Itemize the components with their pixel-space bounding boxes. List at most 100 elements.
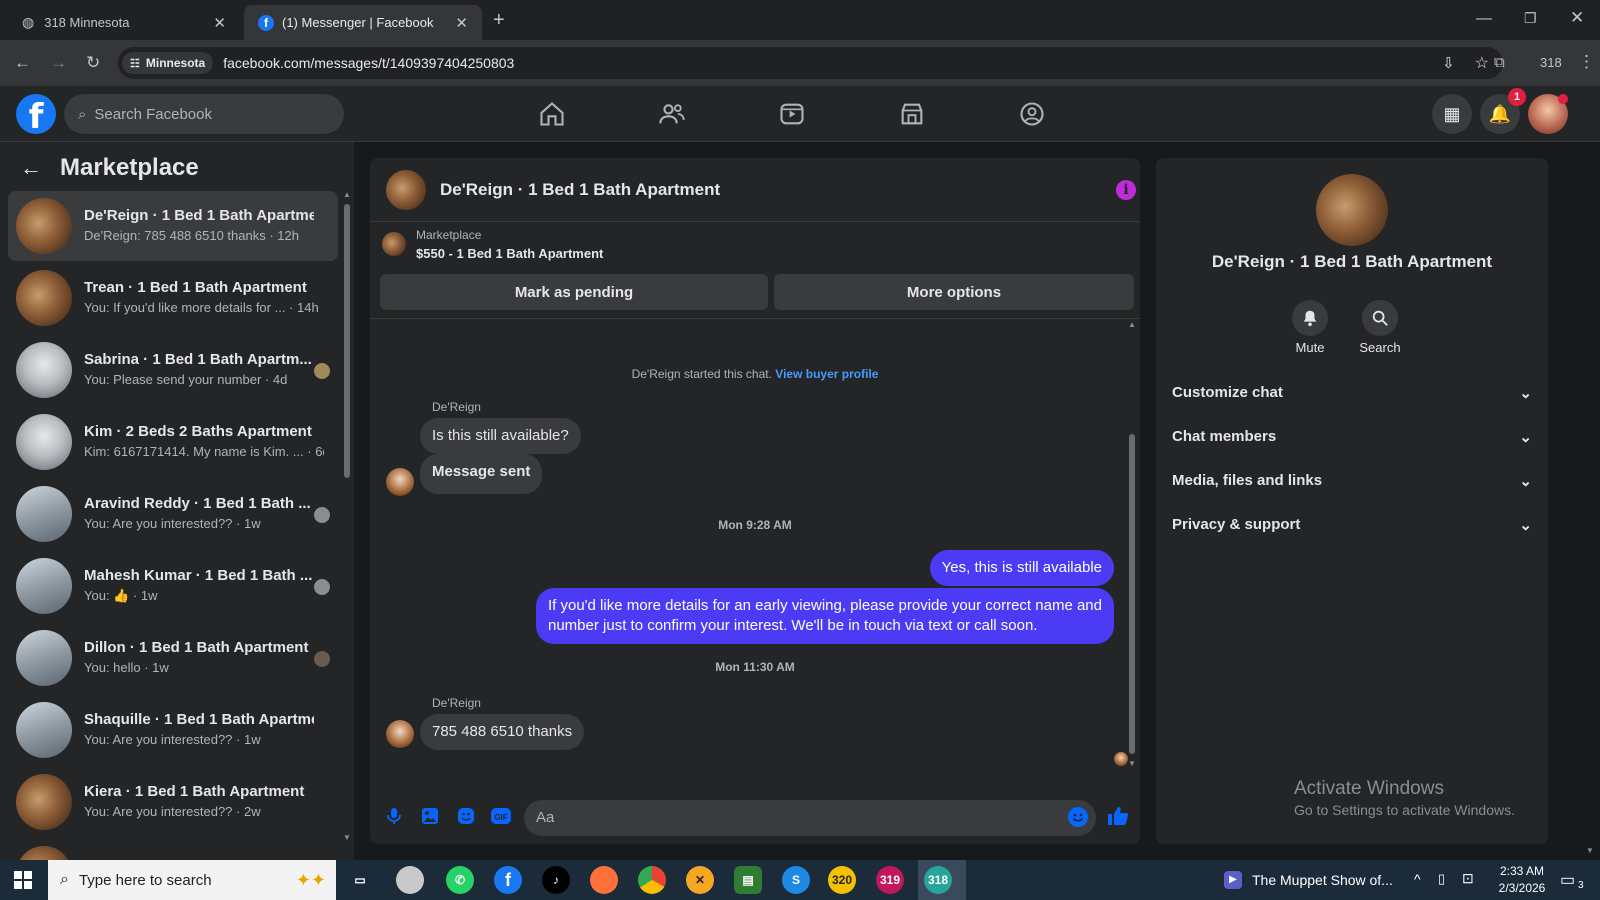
facebook-app-icon[interactable]: f: [494, 866, 522, 894]
install-icon[interactable]: ⇩: [1442, 54, 1455, 72]
view-buyer-profile-link[interactable]: View buyer profile: [775, 367, 878, 381]
chat-scrollbar[interactable]: ▲ ▼: [1126, 320, 1138, 768]
mute-button[interactable]: [1292, 300, 1328, 336]
info-icon[interactable]: i: [1116, 180, 1136, 200]
video-icon[interactable]: [778, 100, 806, 128]
close-tab-icon[interactable]: ✕: [455, 14, 468, 32]
bookmark-star-icon[interactable]: ☆: [1475, 53, 1489, 73]
tray-device-icon[interactable]: ▯: [1438, 871, 1445, 887]
scroll-thumb[interactable]: [344, 204, 350, 478]
chat-members-section[interactable]: Chat members ⌄: [1172, 428, 1532, 446]
clock-time[interactable]: 2:33 AM: [1492, 864, 1552, 878]
new-tab-button[interactable]: +: [493, 9, 505, 32]
forward-icon[interactable]: →: [50, 53, 67, 73]
facebook-logo-icon[interactable]: f: [16, 94, 56, 137]
media-files-section[interactable]: Media, files and links ⌄: [1172, 472, 1532, 490]
groups-icon[interactable]: [1018, 100, 1046, 128]
app-icon[interactable]: [396, 866, 424, 894]
spreadsheet-icon[interactable]: ▤: [734, 866, 762, 894]
profile-318-icon[interactable]: 318: [924, 866, 952, 894]
profile-label[interactable]: 318: [1540, 55, 1562, 70]
outgoing-message[interactable]: If you'd like more details for an early …: [536, 588, 1114, 644]
scroll-down-arrow[interactable]: ▼: [343, 833, 351, 842]
reload-icon[interactable]: ↻: [86, 53, 100, 73]
conversation-item[interactable]: Mahesh Kumar · 1 Bed 1 Bath ... You: 👍 ·…: [8, 551, 338, 621]
message-input[interactable]: Aa: [524, 800, 1096, 836]
task-view-icon[interactable]: ▭: [346, 866, 374, 894]
seen-avatar: [314, 579, 330, 595]
photo-icon[interactable]: [420, 806, 440, 826]
mark-pending-button[interactable]: Mark as pending: [380, 274, 768, 310]
like-thumb-icon[interactable]: [1106, 804, 1130, 828]
url-bar[interactable]: ☷ Minnesota facebook.com/messages/t/1409…: [118, 47, 1503, 79]
conversation-item[interactable]: Aravind Reddy · 1 Bed 1 Bath ... You: Ar…: [8, 479, 338, 549]
media-title[interactable]: The Muppet Show of...: [1252, 872, 1393, 888]
tab-messenger[interactable]: f (1) Messenger | Facebook ✕: [244, 5, 482, 40]
taskbar-search-input[interactable]: ⌕ Type here to search ✦✦: [48, 860, 336, 900]
outgoing-message[interactable]: Yes, this is still available: [929, 550, 1114, 586]
microphone-icon[interactable]: [384, 806, 404, 826]
network-icon[interactable]: ⊡: [1462, 870, 1474, 887]
profile-320-icon[interactable]: 320: [828, 866, 856, 894]
incoming-message[interactable]: 785 488 6510 thanks: [420, 714, 585, 750]
home-icon[interactable]: [538, 100, 566, 128]
sidebar-scrollbar[interactable]: ▲ ▼: [341, 190, 353, 842]
notification-center-icon[interactable]: ▭: [1560, 870, 1575, 890]
menu-icon[interactable]: ⋮: [1578, 52, 1595, 72]
back-arrow-icon[interactable]: ←: [20, 155, 42, 181]
start-button[interactable]: [14, 871, 32, 889]
menu-grid-button[interactable]: ▦: [1432, 94, 1472, 134]
chat-title[interactable]: De'Reign · 1 Bed 1 Bath Apartment: [440, 180, 720, 200]
media-play-icon[interactable]: ▶: [1224, 871, 1242, 889]
info-avatar[interactable]: [1316, 174, 1388, 246]
profile-319-icon[interactable]: 319: [876, 866, 904, 894]
conversation-name: Kim · 2 Beds 2 Baths Apartment: [84, 423, 312, 440]
split-view-icon[interactable]: ⧉: [1494, 54, 1505, 71]
close-tab-icon[interactable]: ✕: [213, 14, 226, 32]
incoming-message[interactable]: Is this still available?: [420, 418, 581, 454]
tray-chevron-icon[interactable]: ^: [1414, 871, 1421, 887]
scroll-down-arrow[interactable]: ▼: [1128, 759, 1136, 768]
firefox-icon[interactable]: [590, 866, 618, 894]
conversation-item[interactable]: De'Reign · 1 Bed 1 Bath Apartment De'Rei…: [8, 191, 338, 261]
minimize-button[interactable]: —: [1476, 10, 1492, 28]
back-icon[interactable]: ←: [14, 53, 31, 73]
clock-date[interactable]: 2/3/2026: [1492, 881, 1552, 895]
conversation-item[interactable]: Kim · 2 Beds 2 Baths Apartment Kim: 6167…: [8, 407, 338, 477]
privacy-support-section[interactable]: Privacy & support ⌄: [1172, 516, 1532, 534]
conversation-preview: You: 👍 · 1w: [84, 588, 158, 603]
facebook-search-input[interactable]: ⌕ Search Facebook: [64, 94, 344, 134]
conversation-item[interactable]: Kiera · 1 Bed 1 Bath Apartment You: Are …: [8, 767, 338, 837]
page-scroll-down-arrow[interactable]: ▼: [1586, 846, 1594, 855]
incoming-message[interactable]: Message sent: [420, 454, 543, 494]
conversation-item[interactable]: Sabrina · 1 Bed 1 Bath Apartm... You: Pl…: [8, 335, 338, 405]
whatsapp-icon[interactable]: ✆: [446, 866, 474, 894]
conversation-name: De'Reign · 1 Bed 1 Bath Apartment: [84, 207, 314, 224]
chat-avatar[interactable]: [386, 170, 426, 210]
scroll-up-arrow[interactable]: ▲: [343, 190, 351, 199]
gif-icon[interactable]: GIF: [490, 806, 511, 826]
search-button[interactable]: [1362, 300, 1398, 336]
emoji-icon[interactable]: [1068, 807, 1088, 827]
scroll-up-arrow[interactable]: ▲: [1128, 320, 1136, 329]
site-chip[interactable]: ☷ Minnesota: [122, 52, 214, 74]
conversation-item[interactable]: Dillon · 1 Bed 1 Bath Apartment You: hel…: [8, 623, 338, 693]
chrome-icon[interactable]: [638, 866, 666, 894]
scroll-thumb[interactable]: [1129, 434, 1135, 754]
more-options-button[interactable]: More options: [774, 274, 1134, 310]
tiktok-icon[interactable]: ♪: [542, 866, 570, 894]
conversation-item[interactable]: Shaquille · 1 Bed 1 Bath Apartme... You:…: [8, 695, 338, 765]
site-chip-label: Minnesota: [145, 56, 206, 70]
restore-button[interactable]: ❐: [1524, 10, 1537, 27]
tab-318-minnesota[interactable]: ◍ 318 Minnesota ✕: [8, 5, 240, 40]
conversation-item[interactable]: Trean · 1 Bed 1 Bath Apartment You: If y…: [8, 263, 338, 333]
conversation-preview: You: Are you interested?? · 1w: [84, 516, 261, 531]
app-x-icon[interactable]: ✕: [686, 866, 714, 894]
close-window-button[interactable]: ✕: [1570, 8, 1584, 28]
marketplace-icon[interactable]: [898, 100, 926, 128]
listing-banner[interactable]: Marketplace $550 - 1 Bed 1 Bath Apartmen…: [370, 222, 1140, 270]
app-s-icon[interactable]: S: [782, 866, 810, 894]
sticker-icon[interactable]: [456, 806, 476, 826]
customize-chat-section[interactable]: Customize chat ⌄: [1172, 384, 1532, 402]
friends-icon[interactable]: [658, 100, 686, 128]
